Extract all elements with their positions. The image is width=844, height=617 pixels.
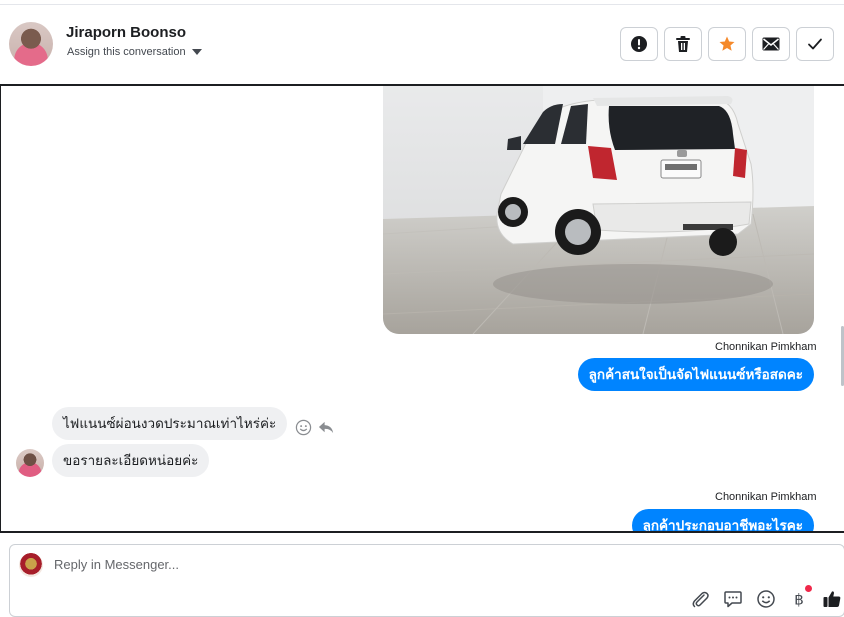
contact-avatar-small[interactable] (16, 449, 44, 477)
contact-name[interactable]: Jiraporn Boonso (66, 24, 186, 41)
caret-down-icon (191, 49, 202, 55)
thumbs-up-icon (823, 590, 840, 607)
reply-input[interactable] (54, 557, 654, 572)
mark-spam-button[interactable] (620, 27, 658, 61)
trash-icon (676, 36, 690, 52)
paperclip-icon (692, 591, 709, 607)
exclamation-circle-icon (631, 36, 647, 52)
sender-name: Chonnikan Pimkham (715, 491, 817, 503)
envelope-icon (762, 37, 780, 51)
notification-dot (805, 585, 812, 592)
reply-composer: ฿ (9, 544, 844, 617)
svg-text:฿: ฿ (794, 590, 804, 608)
baht-icon: ฿ (794, 590, 804, 608)
assign-conversation-dropdown[interactable]: Assign this conversation (67, 46, 202, 58)
composer-toolbar: ฿ (688, 585, 843, 610)
message-thread[interactable]: Chonnikan Pimkham ลูกค้าสนใจเป็นจัดไฟแนน… (0, 84, 844, 533)
header-actions (620, 27, 834, 61)
outgoing-message[interactable]: ลูกค้าสนใจเป็นจัดไฟแนนซ์หรือสดคะ (577, 358, 814, 391)
chat-bubble-icon (723, 590, 742, 607)
payment-button[interactable]: ฿ (787, 585, 812, 610)
star-button[interactable] (708, 27, 746, 61)
smiley-icon (756, 589, 775, 608)
emoji-button[interactable] (754, 587, 777, 610)
mark-done-button[interactable] (796, 27, 834, 61)
delete-button[interactable] (664, 27, 702, 61)
like-button[interactable] (820, 587, 843, 610)
contact-avatar[interactable] (9, 22, 53, 66)
outgoing-message[interactable]: ลูกค้าประกอบอาชีพอะไรคะ (631, 509, 814, 531)
car-photo-image (383, 86, 814, 334)
reply-icon[interactable] (318, 419, 335, 436)
mark-unread-button[interactable] (752, 27, 790, 61)
checkmark-icon (808, 38, 822, 50)
incoming-message[interactable]: ขอรายละเอียดหน่อยค่ะ (52, 444, 210, 477)
image-attachment[interactable] (383, 86, 814, 334)
attach-button[interactable] (688, 587, 711, 610)
page-avatar (19, 553, 43, 577)
conversation-header: Jiraporn Boonso Assign this conversation (0, 5, 844, 85)
assign-label: Assign this conversation (67, 46, 186, 58)
smiley-icon[interactable] (295, 419, 312, 436)
incoming-message[interactable]: ไฟแนนซ์ผ่อนงวดประมาณเท่าไหร่ค่ะ (52, 407, 288, 440)
saved-replies-button[interactable] (721, 587, 744, 610)
sender-name: Chonnikan Pimkham (715, 341, 817, 353)
message-actions (295, 419, 335, 436)
star-icon (719, 36, 735, 51)
